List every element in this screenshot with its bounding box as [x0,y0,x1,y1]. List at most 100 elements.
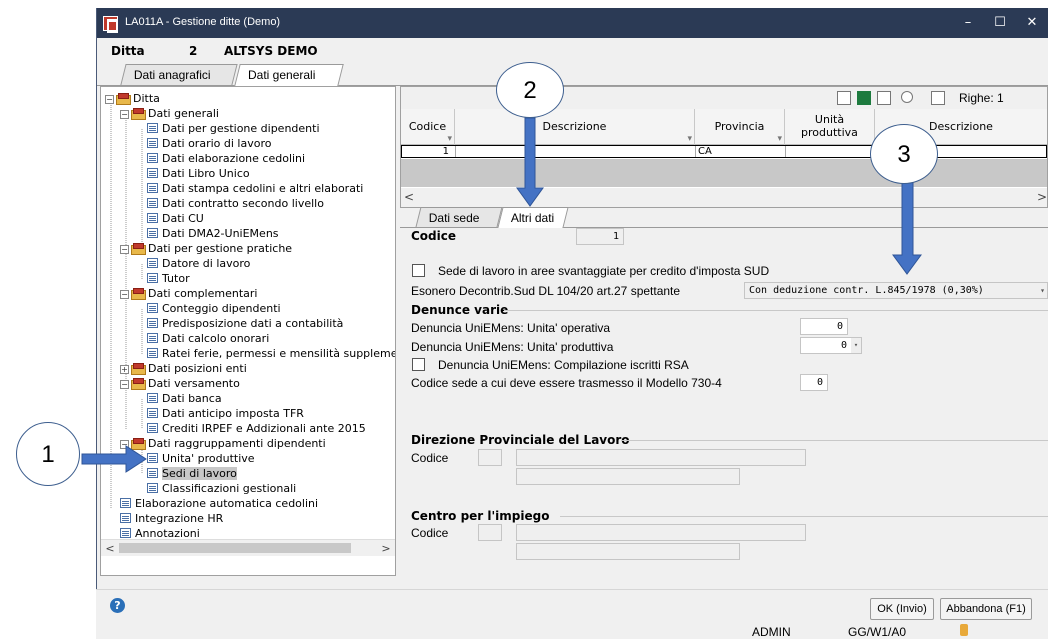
tree-item-label: Datore di lavoro [162,257,251,270]
tree-item-label: Dati calcolo onorari [162,332,270,345]
grid-scroll-right-arrow[interactable]: > [1037,190,1047,204]
excel-icon[interactable] [857,91,871,105]
tree-item-dati-calcolo-onorari[interactable]: Dati calcolo onorari [147,331,269,346]
tree-item-dati-stampa-cedolini-e-altri-elaborati[interactable]: Dati stampa cedolini e altri elaborati [147,181,363,196]
dpl-codice-field[interactable] [478,449,502,466]
export-icon[interactable] [877,91,891,105]
print-icon[interactable] [837,91,851,105]
tree-item-dati-cu[interactable]: Dati CU [147,211,204,226]
tree-item-dati-elaborazione-cedolini[interactable]: Dati elaborazione cedolini [147,151,305,166]
tree-item-label: Integrazione HR [135,512,224,525]
document-icon [147,168,158,178]
cpi-codice-field[interactable] [478,524,502,541]
collapse-icon[interactable]: − [120,380,129,389]
collapse-icon[interactable]: − [120,110,129,119]
table-row[interactable]: 1 CA [401,145,1047,158]
tree-item-elaborazione-automatica-cedolini[interactable]: Elaborazione automatica cedolini [120,496,318,511]
help-icon[interactable]: ? [110,598,125,613]
tree-item-sedi-di-lavoro[interactable]: Sedi di lavoro [147,466,237,481]
title-bar[interactable]: LA011A - Gestione ditte (Demo) – ☐ ✕ [97,8,1048,38]
collapse-icon[interactable]: − [120,290,129,299]
tree-item-tutor[interactable]: Tutor [147,271,190,286]
sede-730-field[interactable]: 0 [800,374,828,391]
codice-field: 1 [576,228,624,245]
chevron-down-icon[interactable]: ▾ [1040,283,1045,298]
tree-item-dati-anticipo-imposta-tfr[interactable]: Dati anticipo imposta TFR [147,406,304,421]
tree-item-classificazioni-gestionali[interactable]: Classificazioni gestionali [147,481,296,496]
denunce-section-title: Denunce varie [411,303,509,317]
tab-dati-anagrafici[interactable]: Dati anagrafici [120,64,238,85]
tree-scroll-thumb[interactable] [119,543,351,553]
tree-item-label: Dati contratto secondo livello [162,197,324,210]
grid-empty-area [401,159,1047,187]
tree-item-dati-generali[interactable]: − Dati generali [120,106,219,121]
esonero-select[interactable]: Con deduzione contr. L.845/1978 (0,30%) … [744,282,1048,299]
tree-horizontal-scrollbar[interactable]: < > [101,539,395,556]
column-header-codice[interactable]: Codice ▾ [401,109,455,145]
cpi-codice-label: Codice [411,526,449,540]
tree-item-dati-per-gestione-dipendenti[interactable]: Dati per gestione dipendenti [147,121,320,136]
tree-item-label: Unita' produttive [162,452,255,465]
column-header-provincia[interactable]: Provincia ▾ [695,109,785,145]
dpl-section-title: Direzione Provinciale del Lavoro [411,433,630,447]
tree-item-label: Dati banca [162,392,222,405]
rsa-checkbox[interactable] [412,358,425,371]
uniemens-operativa-field[interactable]: 0 [800,318,848,335]
tab-dati-sede[interactable]: Dati sede [415,207,503,227]
column-header-descrizione[interactable]: Descrizione ▾ [455,109,695,145]
tab-dati-generali[interactable]: Dati generali [234,64,344,86]
tree-item-label: Predisposizione dati a contabilità [162,317,344,330]
tree-item-dati-contratto-secondo-livello[interactable]: Dati contratto secondo livello [147,196,324,211]
tree-item-label: Dati DMA2-UniEMens [162,227,279,240]
tab-altri-dati[interactable]: Altri dati [497,207,569,228]
tree-item-label: Tutor [162,272,190,285]
tree-item-ratei-ferie-permessi-e-mensilit-suppleme[interactable]: Ratei ferie, permessi e mensilità supple… [147,346,395,361]
grid-horizontal-scrollbar[interactable]: < > [401,188,1047,207]
cell-provincia: CA [696,146,786,157]
tree-item-conteggio-dipendenti[interactable]: Conteggio dipendenti [147,301,281,316]
spinner-icon[interactable]: ▾ [851,338,861,353]
columns-icon[interactable] [931,91,945,105]
collapse-icon[interactable]: − [105,95,114,104]
uniemens-produttiva-field[interactable]: 0 ▾ [800,337,862,354]
tree-item-unita-produttive[interactable]: Unita' produttive [147,451,255,466]
tree-item-crediti-irpef-e-addizionali-ante-2015[interactable]: Crediti IRPEF e Addizionali ante 2015 [147,421,366,436]
tree-panel[interactable]: − Ditta − Dati generali Dati per gestione di… [100,86,396,576]
tree-scroll-right-arrow[interactable]: > [379,541,393,556]
tree-item-dati-orario-di-lavoro[interactable]: Dati orario di lavoro [147,136,271,151]
collapse-icon[interactable]: − [120,245,129,254]
grid-scroll-left-arrow[interactable]: < [404,190,414,204]
user-name: ADMIN [752,625,791,639]
tree-item-dati-posizioni-enti[interactable]: + Dati posizioni enti [120,361,247,376]
close-button[interactable]: ✕ [1017,12,1047,34]
ok-button[interactable]: OK (Invio) [870,598,934,620]
tree-item-predisposizione-dati-a-contabilit[interactable]: Predisposizione dati a contabilità [147,316,343,331]
search-icon[interactable] [901,91,913,103]
tree-item-dati-banca[interactable]: Dati banca [147,391,222,406]
tree-item-label: Dati posizioni enti [148,362,247,375]
column-header-unita-produttiva[interactable]: Unità produttiva [785,109,875,145]
ditta-header: Ditta 2 ALTSYS DEMO [97,38,1048,64]
expand-icon[interactable]: + [120,365,129,374]
tree-scroll-left-arrow[interactable]: < [103,541,117,556]
tree-item-dati-versamento[interactable]: − Dati versamento [120,376,240,391]
document-icon [147,228,158,238]
folder-icon [131,108,146,120]
tree-item-dati-per-gestione-pratiche[interactable]: − Dati per gestione pratiche [120,241,292,256]
maximize-button[interactable]: ☐ [985,12,1015,34]
tree-item-dati-dma2-uniemens[interactable]: Dati DMA2-UniEMens [147,226,279,241]
folder-icon [116,93,131,105]
document-icon [147,318,158,328]
tree-item-dati-raggruppamenti-dipendenti[interactable]: − Dati raggruppamenti dipendenti [120,436,326,451]
sud-checkbox[interactable] [412,264,425,277]
tree-item-integrazione-hr[interactable]: Integrazione HR [120,511,223,526]
tree-item-dati-libro-unico[interactable]: Dati Libro Unico [147,166,250,181]
minimize-button[interactable]: – [953,12,983,34]
collapse-icon[interactable]: − [120,440,129,449]
tree-item-label: Sedi di lavoro [162,467,237,480]
cancel-button[interactable]: Abbandona (F1) [940,598,1032,620]
tree-item-dati-complementari[interactable]: − Dati complementari [120,286,257,301]
tree-item-ditta[interactable]: − Ditta [105,91,160,106]
sedi-grid[interactable]: Righe: 1 Codice ▾ Descrizione ▾ Provincia ▾… [400,86,1048,208]
tree-item-datore-di-lavoro[interactable]: Datore di lavoro [147,256,250,271]
